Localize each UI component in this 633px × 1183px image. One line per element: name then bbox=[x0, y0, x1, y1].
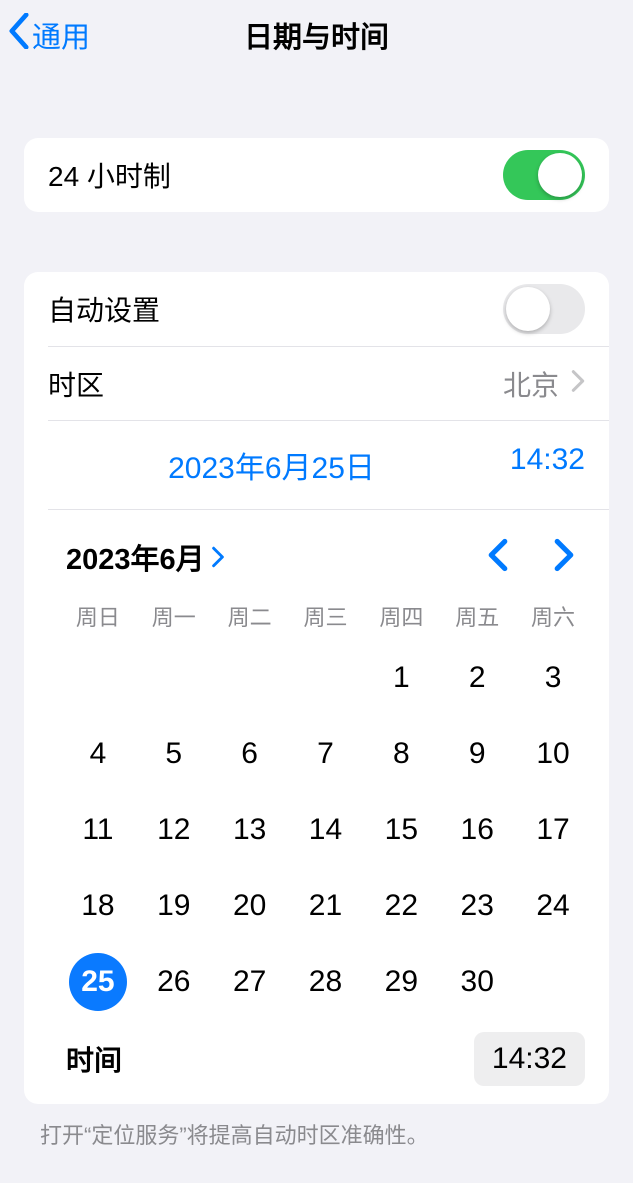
calendar-day[interactable]: 11 bbox=[60, 792, 136, 868]
weekday-label: 周六 bbox=[515, 600, 591, 632]
month-label-text: 2023年6月 bbox=[66, 536, 205, 578]
calendar-day[interactable]: 3 bbox=[515, 640, 591, 716]
calendar-day[interactable]: 18 bbox=[60, 868, 136, 944]
calendar-grid: 1234567891011121314151617181920212223242… bbox=[60, 640, 591, 1020]
row-label-tz: 时区 bbox=[48, 364, 104, 404]
back-button[interactable]: 通用 bbox=[0, 13, 90, 57]
calendar-day[interactable]: 27 bbox=[212, 944, 288, 1020]
calendar-day[interactable]: 9 bbox=[439, 716, 515, 792]
calendar-day[interactable]: 23 bbox=[439, 868, 515, 944]
calendar-day[interactable]: 15 bbox=[363, 792, 439, 868]
group-24h: 24 小时制 bbox=[24, 138, 609, 212]
calendar-day[interactable]: 4 bbox=[60, 716, 136, 792]
calendar-day[interactable]: 30 bbox=[439, 944, 515, 1020]
calendar-day[interactable]: 12 bbox=[136, 792, 212, 868]
weekday-label: 周五 bbox=[439, 600, 515, 632]
calendar-day[interactable]: 5 bbox=[136, 716, 212, 792]
row-label-24h: 24 小时制 bbox=[48, 155, 171, 195]
time-row-label: 时间 bbox=[66, 1039, 122, 1079]
weekday-header: 周日周一周二周三周四周五周六 bbox=[60, 596, 591, 640]
calendar-day[interactable]: 21 bbox=[288, 868, 364, 944]
calendar-day[interactable]: 25 bbox=[60, 944, 136, 1020]
calendar-day[interactable]: 26 bbox=[136, 944, 212, 1020]
calendar-day[interactable]: 17 bbox=[515, 792, 591, 868]
calendar-day[interactable]: 16 bbox=[439, 792, 515, 868]
calendar-day[interactable]: 8 bbox=[363, 716, 439, 792]
next-month-button[interactable] bbox=[553, 538, 575, 577]
calendar-day[interactable]: 28 bbox=[288, 944, 364, 1020]
switch-24h[interactable] bbox=[503, 150, 585, 200]
calendar-day[interactable]: 2 bbox=[439, 640, 515, 716]
calendar-day[interactable]: 13 bbox=[212, 792, 288, 868]
weekday-label: 周日 bbox=[60, 600, 136, 632]
calendar-day[interactable]: 24 bbox=[515, 868, 591, 944]
calendar-day[interactable]: 10 bbox=[515, 716, 591, 792]
time-picker[interactable]: 14:32 bbox=[474, 1032, 585, 1086]
weekday-label: 周三 bbox=[288, 600, 364, 632]
calendar-day[interactable]: 29 bbox=[363, 944, 439, 1020]
calendar-day[interactable]: 22 bbox=[363, 868, 439, 944]
row-value-tz: 北京 bbox=[503, 364, 559, 404]
row-timezone[interactable]: 时区 北京 bbox=[48, 346, 609, 420]
row-label-auto: 自动设置 bbox=[48, 289, 160, 329]
selected-time-display[interactable]: 14:32 bbox=[455, 443, 585, 487]
calendar-day[interactable]: 6 bbox=[212, 716, 288, 792]
back-label: 通用 bbox=[32, 14, 90, 56]
calendar-day[interactable]: 20 bbox=[212, 868, 288, 944]
switch-auto[interactable] bbox=[503, 284, 585, 334]
calendar-day[interactable]: 1 bbox=[363, 640, 439, 716]
chevron-left-icon bbox=[8, 13, 30, 57]
calendar-day[interactable]: 7 bbox=[288, 716, 364, 792]
footer-note: 打开“定位服务”将提高自动时区准确性。 bbox=[40, 1118, 593, 1150]
chevron-right-icon bbox=[559, 368, 585, 400]
selected-date-display[interactable]: 2023年6月25日 bbox=[88, 443, 455, 487]
page-title: 日期与时间 bbox=[0, 14, 633, 56]
weekday-label: 周四 bbox=[363, 600, 439, 632]
weekday-label: 周二 bbox=[212, 600, 288, 632]
calendar-day[interactable]: 14 bbox=[288, 792, 364, 868]
month-picker[interactable]: 2023年6月 bbox=[66, 536, 225, 578]
calendar-day[interactable]: 19 bbox=[136, 868, 212, 944]
prev-month-button[interactable] bbox=[487, 538, 509, 577]
weekday-label: 周一 bbox=[136, 600, 212, 632]
group-datetime: 自动设置 时区 北京 2023年6月25日 14:32 2023年6月 bbox=[24, 272, 609, 1104]
